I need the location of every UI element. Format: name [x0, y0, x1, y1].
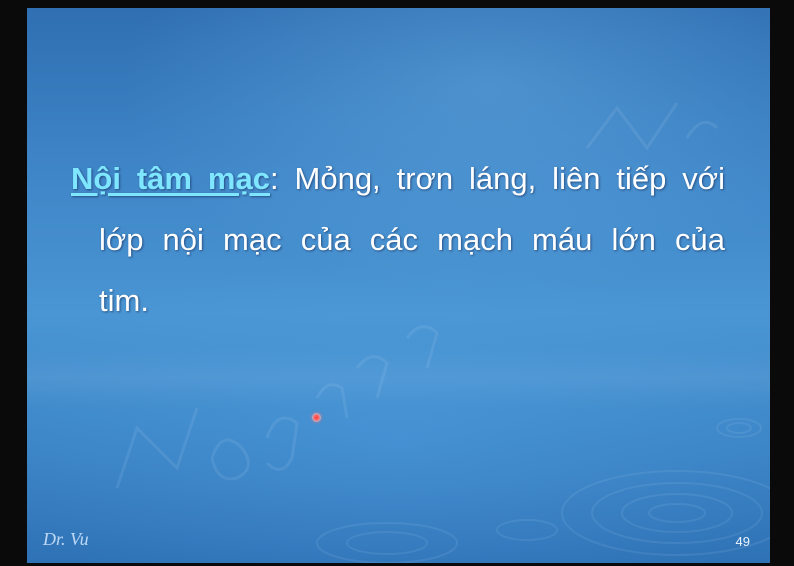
- text-line-2: lớp nội mạc của các mạch máu lớn của: [99, 222, 725, 257]
- text-line-3: tim.: [99, 283, 149, 318]
- term-noi-tam-mac: Nội tâm mạc: [71, 161, 270, 196]
- presentation-frame: Nội tâm mạc: Mỏng, trơn láng, liên tiếp …: [0, 0, 794, 566]
- text-line-1: Nội tâm mạc: Mỏng, trơn láng, liên tiếp …: [71, 148, 725, 209]
- author-signature: Dr. Vu: [43, 529, 89, 549]
- slide-body-text: Nội tâm mạc: Mỏng, trơn láng, liên tiếp …: [71, 148, 725, 331]
- slide[interactable]: Nội tâm mạc: Mỏng, trơn láng, liên tiếp …: [27, 8, 770, 563]
- term-definition-start: : Mỏng, trơn láng, liên tiếp với: [269, 161, 725, 196]
- laser-pointer: [312, 413, 321, 422]
- slide-page-number: 49: [735, 534, 750, 549]
